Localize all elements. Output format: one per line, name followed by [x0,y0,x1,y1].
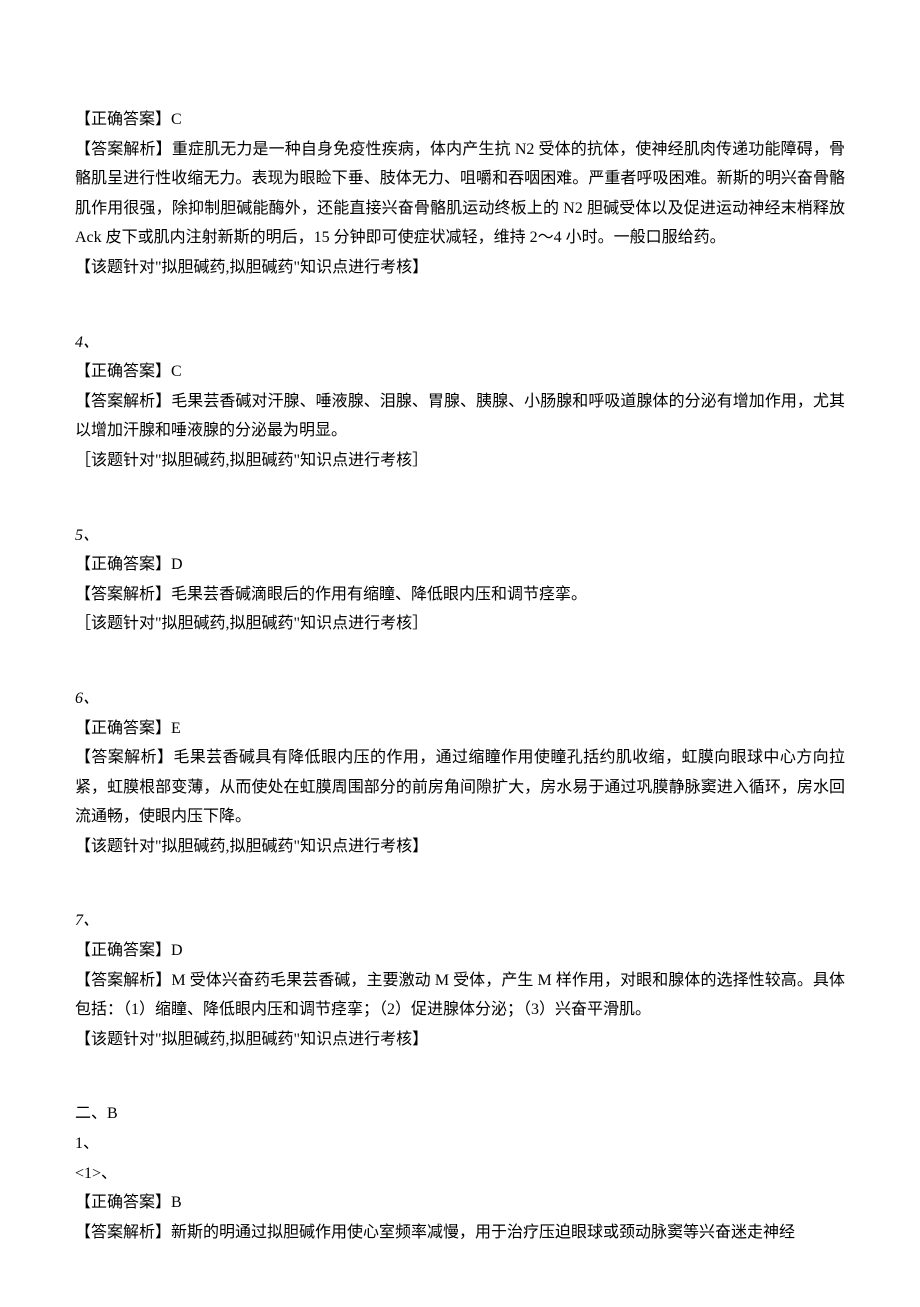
question-number: 4、 [75,328,845,358]
knowledge-point-note: ［该题针对"拟胆碱药,拟胆碱药"知识点进行考核］ [75,446,845,476]
knowledge-point-note: ［该题针对"拟胆碱药,拟胆碱药"知识点进行考核］ [75,609,845,639]
knowledge-point-note: 【该题针对"拟胆碱药,拟胆碱药"知识点进行考核】 [75,1025,845,1055]
correct-answer: 【正确答案】C [75,105,845,135]
answer-analysis: 【答案解析】毛果芸香碱滴眼后的作用有缩瞳、降低眼内压和调节痉挛。 [75,580,845,610]
section-b-header: 二、B [75,1099,845,1129]
answer-block-4: 4、 【正确答案】C 【答案解析】毛果芸香碱对汗腺、唾液腺、泪腺、胃腺、胰腺、小… [75,328,845,476]
answer-analysis: 【答案解析】毛果芸香碱具有降低眼内压的作用，通过缩瞳作用使瞳孔括约肌收缩，虹膜向… [75,743,845,832]
sub-sub-question-number: <1>、 [75,1159,845,1189]
answer-block-6: 6、 【正确答案】E 【答案解析】毛果芸香碱具有降低眼内压的作用，通过缩瞳作用使… [75,684,845,862]
correct-answer: 【正确答案】D [75,936,845,966]
knowledge-point-note: 【该题针对"拟胆碱药,拟胆碱药"知识点进行考核】 [75,832,845,862]
question-number: 5、 [75,521,845,551]
answer-analysis: 【答案解析】重症肌无力是一种自身免疫性疾病，体内产生抗 N2 受体的抗体，使神经… [75,135,845,253]
knowledge-point-note: 【该题针对"拟胆碱药,拟胆碱药"知识点进行考核】 [75,253,845,283]
correct-answer: 【正确答案】E [75,714,845,744]
answer-block-3: 【正确答案】C 【答案解析】重症肌无力是一种自身免疫性疾病，体内产生抗 N2 受… [75,105,845,283]
correct-answer: 【正确答案】C [75,357,845,387]
answer-analysis: 【答案解析】新斯的明通过拟胆碱作用使心室频率减慢，用于治疗压迫眼球或颈动脉窦等兴… [75,1218,845,1248]
question-number: 6、 [75,684,845,714]
question-number: 7、 [75,906,845,936]
answer-analysis: 【答案解析】毛果芸香碱对汗腺、唾液腺、泪腺、胃腺、胰腺、小肠腺和呼吸道腺体的分泌… [75,387,845,446]
answer-analysis: 【答案解析】M 受体兴奋药毛果芸香碱，主要激动 M 受体，产生 M 样作用，对眼… [75,966,845,1025]
answer-block-7: 7、 【正确答案】D 【答案解析】M 受体兴奋药毛果芸香碱，主要激动 M 受体，… [75,906,845,1054]
correct-answer: 【正确答案】D [75,550,845,580]
sub-question-number: 1、 [75,1129,845,1159]
answer-block-5: 5、 【正确答案】D 【答案解析】毛果芸香碱滴眼后的作用有缩瞳、降低眼内压和调节… [75,521,845,639]
correct-answer: 【正确答案】B [75,1188,845,1218]
